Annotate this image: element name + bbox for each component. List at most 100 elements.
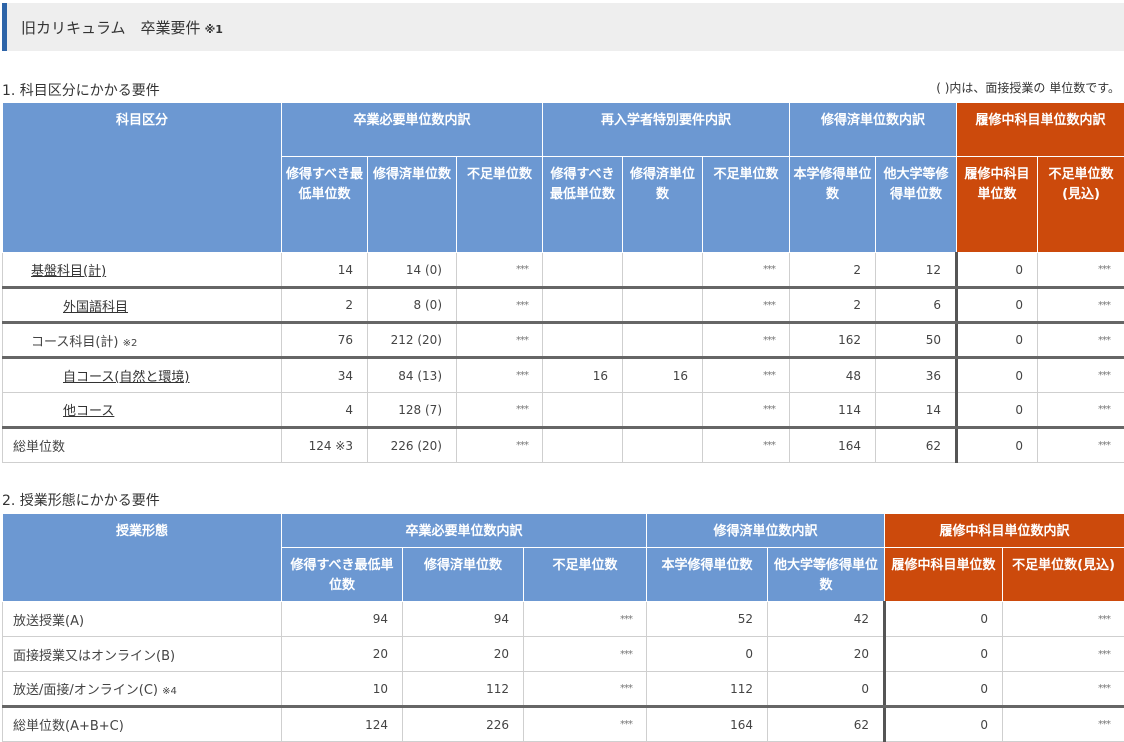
cell: 0 — [766, 671, 887, 708]
row-label: 放送授業(A) — [2, 601, 282, 637]
section1-note: ( )内は、面接授業の 単位数です。 — [936, 81, 1120, 95]
cell: 0 — [956, 427, 1039, 463]
cell: 2 — [789, 287, 877, 324]
cell — [542, 252, 623, 289]
table-row: 外国語科目 2 8 (0) *** *** 2 6 0 *** — [2, 287, 1124, 324]
header-re-min: 修得すべき最低単位数 — [542, 156, 623, 253]
cell — [542, 427, 623, 463]
cell: 16 — [542, 357, 623, 393]
cell: *** — [456, 252, 543, 289]
category-requirements-table: 科目区分 卒業必要単位数内訳 再入学者特別要件内訳 修得済単位数内訳 履修中科目… — [2, 102, 1124, 463]
cell: 20 — [281, 636, 403, 672]
cell: 0 — [884, 671, 1004, 708]
row-label-note: ※4 — [162, 686, 177, 697]
page-title: 旧カリキュラム 卒業要件 ※1 — [21, 19, 223, 37]
cell: *** — [1002, 601, 1124, 637]
cell: 112 — [402, 671, 524, 708]
header-grad-short: 不足単位数 — [456, 156, 543, 253]
cell: *** — [523, 636, 647, 672]
cell: 0 — [884, 601, 1004, 637]
row-label[interactable]: 自コース(自然と環境) — [2, 357, 282, 393]
cell: 124 — [281, 706, 403, 742]
cell: 0 — [956, 392, 1039, 429]
row-link[interactable]: 他コース — [63, 404, 114, 419]
cell: 6 — [875, 287, 959, 324]
row-label-note: ※2 — [122, 337, 138, 349]
cell: 20 — [402, 636, 524, 672]
table-row: 面接授業又はオンライン(B) 20 20 *** 0 20 0 *** — [2, 636, 1124, 672]
cell: 8 (0) — [367, 287, 457, 324]
cell: 124 ※3 — [281, 427, 368, 463]
cell: *** — [701, 287, 791, 324]
cell: *** — [456, 322, 543, 359]
cell: *** — [701, 392, 791, 429]
delivery-requirements-table: 授業形態 卒業必要単位数内訳 修得済単位数内訳 履修中科目単位数内訳 修得すべき… — [2, 513, 1124, 742]
header-own: 本学修得単位数 — [789, 156, 877, 253]
row-label: コース科目(計) ※2 — [2, 322, 282, 359]
cell — [622, 427, 703, 463]
cell: 0 — [956, 287, 1039, 324]
cell: 226 — [402, 706, 524, 742]
cell: *** — [701, 252, 791, 289]
header-type: 授業形態 — [2, 513, 282, 602]
row-label: 面接授業又はオンライン(B) — [2, 636, 282, 672]
row-label: 総単位数(A+B+C) — [2, 706, 282, 742]
cell: 76 — [281, 322, 368, 359]
header-other: 他大学等修得単位数 — [766, 547, 886, 602]
cell: 20 — [766, 636, 887, 672]
cell: 62 — [875, 427, 959, 463]
table-row: 放送/面接/オンライン(C) ※4 10 112 *** 112 0 0 *** — [2, 671, 1124, 708]
cell: 14 (0) — [367, 252, 457, 289]
header-grad-group: 卒業必要単位数内訳 — [281, 513, 647, 548]
header-grad-earned: 修得済単位数 — [367, 156, 457, 253]
row-link[interactable]: 外国語科目 — [63, 300, 128, 315]
cell: *** — [1037, 252, 1124, 289]
row-label[interactable]: 基盤科目(計) — [2, 252, 282, 289]
cell: *** — [523, 671, 647, 708]
cell: 10 — [281, 671, 403, 708]
cell: 48 — [789, 357, 877, 393]
cell: 84 (13) — [367, 357, 457, 393]
header-readmit-group: 再入学者特別要件内訳 — [541, 102, 791, 157]
cell: 2 — [281, 287, 368, 324]
row-label[interactable]: 他コース — [2, 392, 282, 429]
cell: *** — [456, 287, 543, 324]
row-label[interactable]: 外国語科目 — [2, 287, 282, 324]
cell: 42 — [766, 601, 887, 637]
cell — [622, 392, 703, 429]
cell: 94 — [281, 601, 403, 637]
cell — [542, 322, 623, 359]
header-enr-short: 不足単位数(見込) — [1037, 156, 1124, 253]
row-link[interactable]: 基盤科目(計) — [31, 264, 106, 279]
cell: *** — [1037, 322, 1124, 359]
cell: 52 — [646, 601, 768, 637]
header-earned-group: 修得済単位数内訳 — [789, 102, 958, 157]
row-link[interactable]: 自コース(自然と環境) — [63, 370, 190, 385]
cell: 0 — [646, 636, 768, 672]
cell: 114 — [789, 392, 877, 429]
cell — [542, 287, 623, 324]
row-label: 放送/面接/オンライン(C) ※4 — [2, 671, 282, 708]
header-grad-group: 卒業必要単位数内訳 — [281, 102, 543, 157]
cell: *** — [523, 706, 647, 742]
cell: *** — [456, 427, 543, 463]
table-row: 基盤科目(計) 14 14 (0) *** *** 2 12 0 *** — [2, 252, 1124, 289]
header-re-earned: 修得済単位数 — [622, 156, 703, 253]
cell: 2 — [789, 252, 877, 289]
cell: *** — [1002, 636, 1124, 672]
section1-title: 1. 科目区分にかかる要件 — [2, 83, 160, 99]
cell: *** — [1002, 671, 1124, 708]
cell: 164 — [789, 427, 877, 463]
cell: 0 — [956, 252, 1039, 289]
cell: *** — [1002, 706, 1124, 742]
cell: *** — [1037, 427, 1124, 463]
cell — [542, 392, 623, 429]
header-category: 科目区分 — [2, 102, 282, 253]
table-row-total: 総単位数(A+B+C) 124 226 *** 164 62 0 *** — [2, 706, 1124, 742]
cell: 14 — [281, 252, 368, 289]
cell: *** — [523, 601, 647, 637]
cell: *** — [1037, 392, 1124, 429]
cell: 50 — [875, 322, 959, 359]
cell: 36 — [875, 357, 959, 393]
cell: 34 — [281, 357, 368, 393]
